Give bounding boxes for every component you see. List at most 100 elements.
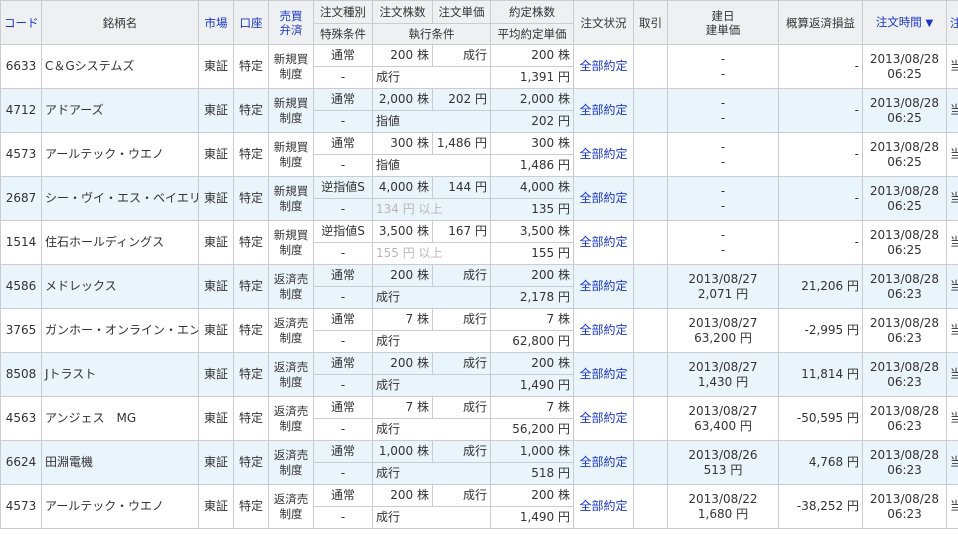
order-date: 2013/08/28 [869,227,940,242]
estimated-pl: -2,995 円 [778,308,863,353]
market: 東証 [198,44,234,89]
stock-name: 住石ホールディングス [41,220,199,265]
header-trade: 取引 [633,0,668,45]
header-code[interactable]: コード [0,0,42,45]
order-kind: 逆指値S [313,176,373,199]
estimated-pl: 21,206 円 [778,264,863,309]
header-limit[interactable]: 注文期限 [946,0,958,45]
special-cond: - [313,242,373,265]
order-limit: 当日限り [946,352,958,397]
order-limit: 当日限り [946,440,958,485]
estimated-pl: -38,252 円 [778,484,863,529]
build-date: 2013/08/27 [688,403,758,418]
trade-cell [633,220,668,265]
order-status-link[interactable]: 全部約定 [573,396,634,441]
exec-cond: 成行 [372,462,491,485]
order-status-link[interactable]: 全部約定 [573,352,634,397]
order-kind: 通常 [313,396,373,419]
trade-type-1: 新規買 [273,139,309,154]
order-date: 2013/08/28 [869,315,940,330]
order-status-link[interactable]: 全部約定 [573,44,634,89]
account-type: 特定 [233,484,269,529]
order-limit: 当日限り [946,484,958,529]
header-build-2: 建単価 [705,22,741,37]
build-price: - [720,154,726,169]
order-qty: 3,500 株 [372,220,433,243]
order-price: 成行 [432,484,491,507]
header-trade-type[interactable]: 売買 弁済 [268,0,314,45]
order-status-link[interactable]: 全部約定 [573,176,634,221]
order-kind: 通常 [313,132,373,155]
exec-cond: 成行 [372,66,491,89]
header-time[interactable]: 注文時間 ▼ [862,0,947,45]
order-date: 2013/08/28 [869,139,940,154]
order-qty: 4,000 株 [372,176,433,199]
order-time: 2013/08/28 06:23 [862,352,947,397]
special-cond: - [313,286,373,309]
order-qty: 200 株 [372,352,433,375]
sort-desc-icon: ▼ [925,17,934,29]
stock-name: ガンホー・オンライン・エンター [41,308,199,353]
order-table-body: 6633 C＆Gシステムズ 東証 特定 新規買 制度 通常 200 株成行 200 株全部約定 -… [0,44,958,529]
order-status-link[interactable]: 全部約定 [573,264,634,309]
order-kind: 通常 [313,88,373,111]
stock-code: 4712 [0,88,42,133]
build-date: 2013/08/27 [688,359,758,374]
build-price: - [720,110,726,125]
market: 東証 [198,440,234,485]
order-price: 成行 [432,44,491,67]
stock-code: 6633 [0,44,42,89]
header-kind: 注文種別 [313,0,373,24]
order-limit: 当日限り [946,264,958,309]
order-status-link[interactable]: 全部約定 [573,132,634,177]
avg-price: 62,800 円 [490,330,574,353]
avg-price: 1,391 円 [490,66,574,89]
order-time: 2013/08/28 06:23 [862,264,947,309]
trade-cell [633,264,668,309]
trade-type: 新規買 制度 [268,132,314,177]
avg-price: 135 円 [490,198,574,221]
stock-name: C＆Gシステムズ [41,44,199,89]
table-row: 2687 シー・ヴイ・エス・ベイエリア 東証 特定 新規買 制度 逆指値S 4,000 株 14… [0,176,958,221]
account-type: 特定 [233,308,269,353]
estimated-pl: - [778,132,863,177]
stock-code: 4573 [0,484,42,529]
market: 東証 [198,220,234,265]
account-type: 特定 [233,176,269,221]
header-account[interactable]: 口座 [233,0,269,45]
order-status-link[interactable]: 全部約定 [573,88,634,133]
order-time: 2013/08/28 06:23 [862,484,947,529]
exec-cond: 成行 [372,286,491,309]
avg-price: 518 円 [490,462,574,485]
exec-cond: 成行 [372,330,491,353]
trade-cell [633,44,668,89]
order-table: コード 銘柄名 市場 口座 売買 弁済 注文種別 注文株数 注文単価 約定株数 … [0,0,958,529]
account-type: 特定 [233,132,269,177]
trade-type-1: 返済売 [273,403,309,418]
trade-cell [633,308,668,353]
order-status-link[interactable]: 全部約定 [573,220,634,265]
order-date: 2013/08/28 [869,51,940,66]
order-clock: 06:23 [887,462,922,477]
build-price: 1,680 円 [697,506,749,521]
build-date: 2013/08/27 [688,315,758,330]
table-row: 8508 Jトラスト 東証 特定 返済売 制度 通常 200 株成行 200 株全部約定 2013… [0,352,958,397]
build-date: 2013/08/22 [688,491,758,506]
order-status-link[interactable]: 全部約定 [573,440,634,485]
header-name: 銘柄名 [41,0,199,45]
order-clock: 06:25 [887,242,922,257]
header-build: 建日 建単価 [667,0,779,45]
order-status-link[interactable]: 全部約定 [573,484,634,529]
exec-cond: 134 円 以上 [372,198,491,221]
trade-type: 返済売 制度 [268,352,314,397]
trade-type-1: 返済売 [273,491,309,506]
build-info: 2013/08/27 63,200 円 [667,308,779,353]
trade-type-1: 返済売 [273,315,309,330]
trade-cell [633,484,668,529]
build-date: 2013/08/27 [688,271,758,286]
trade-type-1: 返済売 [273,447,309,462]
avg-price: 202 円 [490,110,574,133]
order-status-link[interactable]: 全部約定 [573,308,634,353]
build-price: 2,071 円 [697,286,749,301]
header-market[interactable]: 市場 [198,0,234,45]
